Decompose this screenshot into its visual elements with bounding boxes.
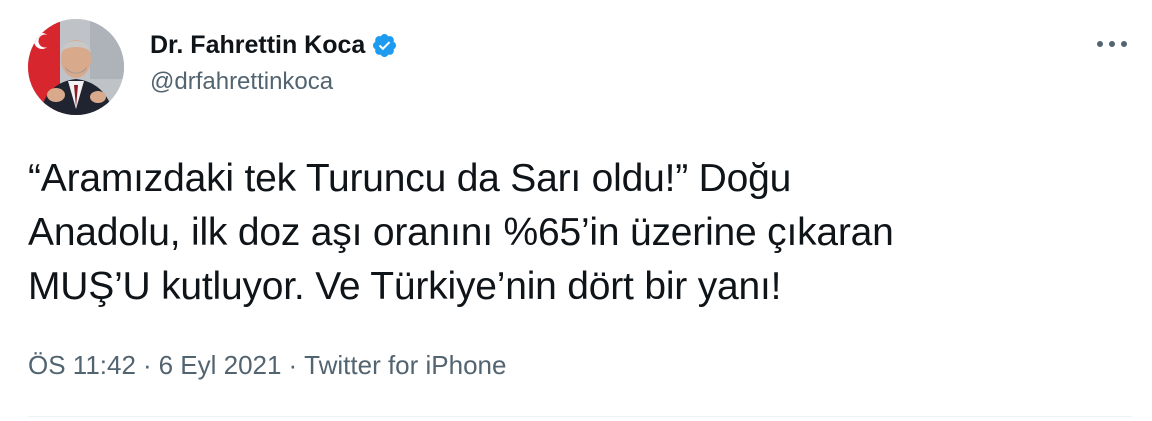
handle[interactable]: @drfahrettinkoca	[150, 68, 398, 96]
avatar[interactable]	[28, 19, 124, 115]
tweet-time[interactable]: ÖS 11:42	[28, 350, 136, 381]
tweet-meta: ÖS 11:42 · 6 Eyl 2021 · Twitter for iPho…	[28, 350, 506, 381]
more-options-button[interactable]	[1090, 28, 1134, 60]
meta-separator: ·	[142, 350, 152, 380]
meta-separator: ·	[288, 350, 298, 380]
more-horizontal-icon	[1097, 41, 1127, 47]
name-row: Dr. Fahrettin Koca	[150, 29, 398, 61]
tweet-date[interactable]: 6 Eyl 2021	[159, 350, 282, 381]
author-block: Dr. Fahrettin Koca @drfahrettinkoca	[150, 29, 398, 96]
verified-badge-icon	[373, 33, 397, 57]
tweet-card: Dr. Fahrettin Koca @drfahrettinkoca “Ara…	[0, 0, 1152, 421]
tweet-source[interactable]: Twitter for iPhone	[304, 350, 506, 381]
display-name[interactable]: Dr. Fahrettin Koca	[150, 31, 365, 60]
profile-photo	[28, 19, 124, 115]
tweet-text: “Aramızdaki tek Turuncu da Sarı oldu!” D…	[28, 157, 894, 308]
divider	[28, 416, 1132, 417]
